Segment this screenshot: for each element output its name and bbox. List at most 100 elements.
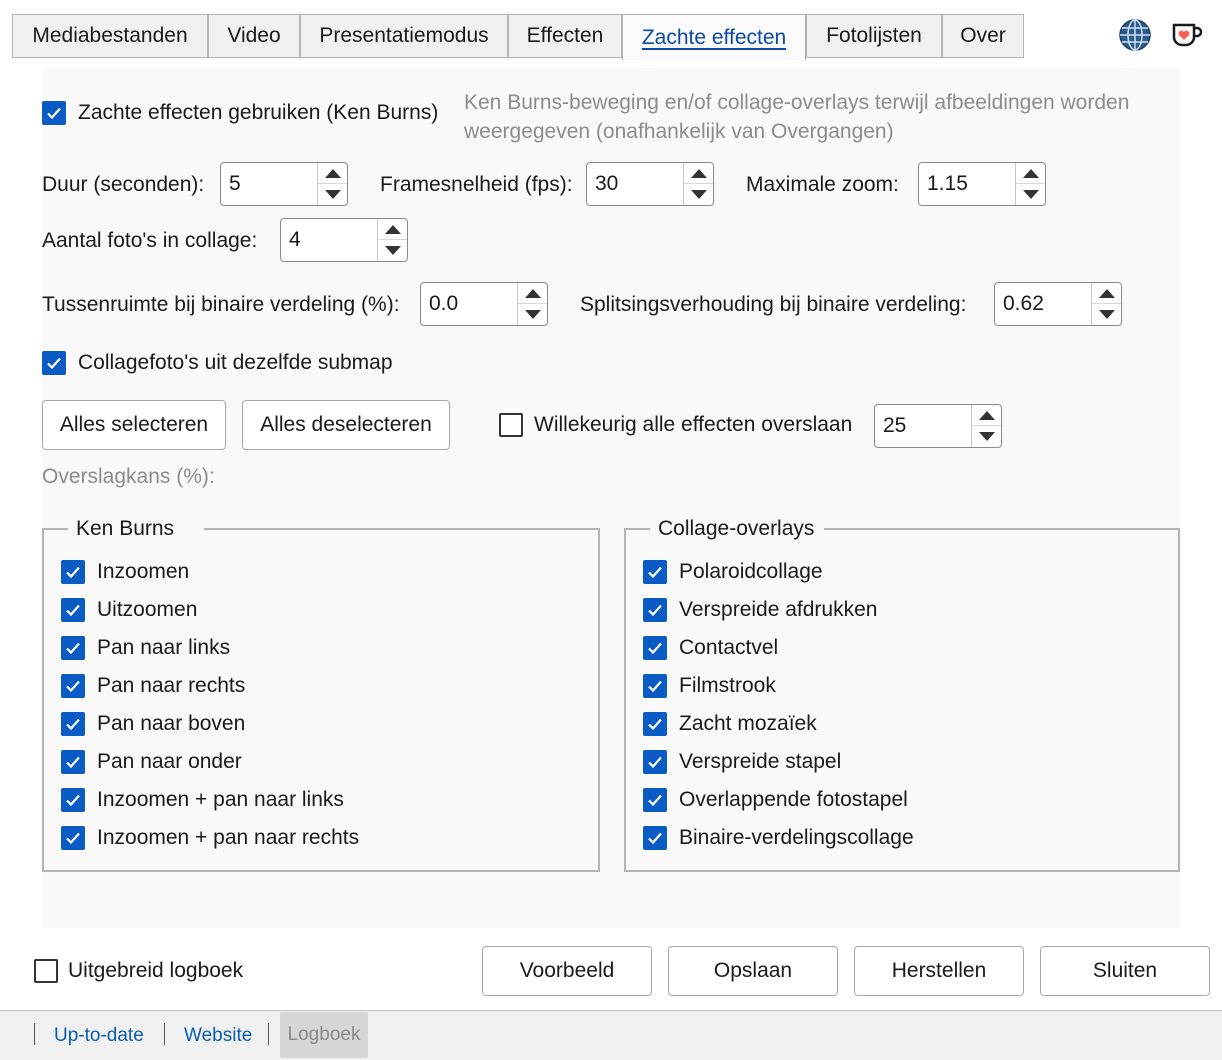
duration-label: Duur (seconden): — [42, 173, 205, 196]
random-skip-spinbox[interactable] — [874, 404, 1002, 448]
preview-button[interactable]: Voorbeeld — [482, 946, 652, 996]
ken-burns-item-label: Pan naar links — [97, 636, 231, 659]
check-icon — [47, 357, 61, 370]
verbose-log-checkbox[interactable] — [34, 959, 58, 983]
check-icon — [66, 604, 80, 617]
separator — [268, 1023, 269, 1045]
tab-over[interactable]: Over — [942, 14, 1024, 58]
separator — [164, 1023, 165, 1045]
log-button[interactable]: Logboek — [280, 1012, 368, 1058]
spin-up-icon[interactable] — [1016, 163, 1045, 184]
check-icon — [648, 680, 662, 693]
uptodate-link[interactable]: Up-to-date — [54, 1024, 144, 1048]
tab-label: Zachte effecten — [641, 25, 787, 49]
ken-burns-item-label: Pan naar onder — [97, 750, 242, 773]
same-folder-checkbox[interactable] — [42, 351, 66, 375]
check-icon — [66, 718, 80, 731]
gap-label: Tussenruimte bij binaire verdeling (%): — [42, 293, 400, 316]
spin-down-icon[interactable] — [684, 184, 713, 205]
ken-burns-item-label: Inzoomen — [97, 560, 190, 583]
collage-item-checkbox[interactable] — [643, 636, 667, 660]
ken-burns-item-checkbox[interactable] — [61, 598, 85, 622]
spin-down-icon[interactable] — [1092, 304, 1121, 325]
spin-down-icon[interactable] — [318, 184, 347, 205]
reset-button[interactable]: Herstellen — [854, 946, 1024, 996]
ken-burns-item-checkbox[interactable] — [61, 750, 85, 774]
random-skip-input[interactable] — [875, 405, 971, 447]
spin-down-icon[interactable] — [378, 240, 407, 261]
spin-up-icon[interactable] — [684, 163, 713, 184]
save-button[interactable]: Opslaan — [668, 946, 838, 996]
collage-item-checkbox[interactable] — [643, 826, 667, 850]
spin-up-icon[interactable] — [1092, 283, 1121, 304]
zoom-input[interactable] — [919, 163, 1015, 205]
tab-zachte-effecten[interactable]: Zachte effecten — [622, 14, 806, 60]
select-all-button[interactable]: Alles selecteren — [42, 400, 226, 450]
collage-count-spinbox[interactable] — [280, 218, 408, 262]
ratio-input[interactable] — [995, 283, 1091, 325]
duration-spinbox[interactable] — [220, 162, 348, 206]
close-button[interactable]: Sluiten — [1040, 946, 1210, 996]
spin-down-icon[interactable] — [1016, 184, 1045, 205]
tab-presentatiemodus[interactable]: Presentatiemodus — [300, 14, 508, 58]
status-bar: Up-to-date Website Logboek — [0, 1010, 1222, 1060]
tab-video[interactable]: Video — [208, 14, 300, 58]
spin-up-icon[interactable] — [518, 283, 547, 304]
collage-item-checkbox[interactable] — [643, 598, 667, 622]
enable-soft-effects-checkbox[interactable] — [42, 101, 66, 125]
ken-burns-item-checkbox[interactable] — [61, 674, 85, 698]
check-icon — [66, 832, 80, 845]
zoom-label: Maximale zoom: — [746, 173, 899, 196]
collage-count-label: Aantal foto's in collage: — [42, 229, 258, 252]
enable-soft-effects-label: Zachte effecten gebruiken (Ken Burns) — [78, 101, 439, 124]
separator — [34, 1023, 35, 1045]
ken-burns-item-label: Inzoomen + pan naar links — [97, 788, 344, 811]
ken-burns-item-label: Inzoomen + pan naar rechts — [97, 826, 360, 849]
duration-input[interactable] — [221, 163, 317, 205]
verbose-log-label: Uitgebreid logboek — [68, 959, 244, 982]
ken-burns-item-label: Pan naar boven — [97, 712, 246, 735]
collage-group-title: Collage-overlays — [650, 515, 823, 543]
spin-down-icon[interactable] — [518, 304, 547, 325]
collage-item-label: Contactvel — [679, 636, 779, 659]
collage-count-input[interactable] — [281, 219, 377, 261]
collage-item-checkbox[interactable] — [643, 560, 667, 584]
tab-mediabestanden[interactable]: Mediabestanden — [12, 14, 208, 58]
coffee-heart-icon[interactable] — [1170, 20, 1204, 50]
gap-spinbox[interactable] — [420, 282, 548, 326]
same-folder-label: Collagefoto's uit dezelfde submap — [78, 351, 393, 374]
ken-burns-item-label: Uitzoomen — [97, 598, 198, 621]
ken-burns-item-checkbox[interactable] — [61, 788, 85, 812]
collage-item-checkbox[interactable] — [643, 788, 667, 812]
fps-input[interactable] — [587, 163, 683, 205]
tab-label: Effecten — [526, 24, 604, 47]
ken-burns-item-checkbox[interactable] — [61, 712, 85, 736]
collage-item-label: Zacht mozaïek — [679, 712, 817, 735]
skip-chance-label: Overslagkans (%): — [42, 465, 215, 488]
zoom-spinbox[interactable] — [918, 162, 1046, 206]
spin-down-icon[interactable] — [972, 426, 1001, 447]
spin-up-icon[interactable] — [972, 405, 1001, 426]
collage-item-label: Binaire-verdelingscollage — [679, 826, 914, 849]
ken-burns-group-title: Ken Burns — [68, 515, 183, 543]
tab-label: Fotolijsten — [826, 24, 922, 47]
ken-burns-item-checkbox[interactable] — [61, 560, 85, 584]
deselect-all-button[interactable]: Alles deselecteren — [242, 400, 450, 450]
tab-fotolijsten[interactable]: Fotolijsten — [806, 14, 942, 58]
tab-effecten[interactable]: Effecten — [508, 14, 622, 58]
collage-item-checkbox[interactable] — [643, 750, 667, 774]
ken-burns-item-checkbox[interactable] — [61, 826, 85, 850]
ken-burns-item-checkbox[interactable] — [61, 636, 85, 660]
spin-up-icon[interactable] — [318, 163, 347, 184]
check-icon — [648, 604, 662, 617]
ratio-spinbox[interactable] — [994, 282, 1122, 326]
collage-item-checkbox[interactable] — [643, 674, 667, 698]
random-skip-checkbox[interactable] — [499, 413, 523, 437]
globe-icon[interactable] — [1118, 18, 1152, 52]
spin-up-icon[interactable] — [378, 219, 407, 240]
collage-item-checkbox[interactable] — [643, 712, 667, 736]
gap-input[interactable] — [421, 283, 517, 325]
fps-spinbox[interactable] — [586, 162, 714, 206]
website-link[interactable]: Website — [184, 1024, 252, 1048]
check-icon — [66, 756, 80, 769]
